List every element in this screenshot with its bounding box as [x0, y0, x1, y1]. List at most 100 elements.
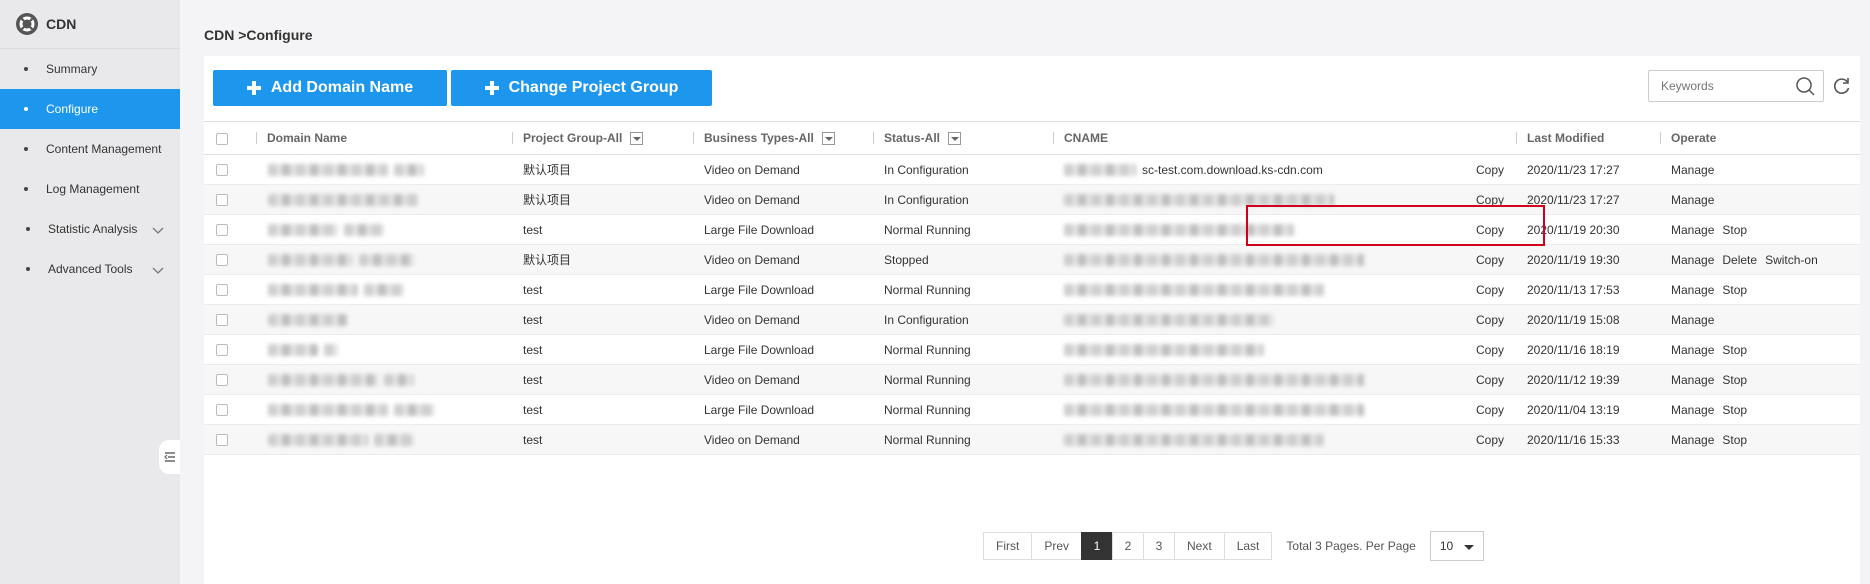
refresh-icon[interactable] [1832, 76, 1852, 99]
manage-button[interactable]: Manage [1671, 403, 1714, 417]
operate-cell: Manage Stop [1660, 334, 1860, 365]
redacted-text [1064, 284, 1324, 297]
table-row[interactable]: test Video on Demand In Configuration Copy 2… [204, 304, 1860, 335]
header-select-all [204, 121, 256, 155]
menu-collapse-icon[interactable] [159, 440, 180, 474]
add-domain-label: Add Domain Name [270, 79, 414, 96]
row-checkbox[interactable] [216, 374, 228, 387]
table-row[interactable]: test Large File Download Normal Running Cop… [204, 214, 1860, 245]
stop-button[interactable]: Stop [1722, 223, 1747, 237]
status-cell: In Configuration [873, 154, 1053, 185]
copy-button[interactable]: Copy [1476, 373, 1504, 387]
copy-button[interactable]: Copy [1476, 343, 1504, 357]
page-number-button[interactable]: 3 [1143, 532, 1176, 560]
row-checkbox[interactable] [216, 434, 228, 447]
status-cell: Normal Running [873, 334, 1053, 365]
select-all-checkbox[interactable] [216, 132, 228, 145]
status-cell: Normal Running [873, 364, 1053, 395]
stop-button[interactable]: Stop [1722, 433, 1747, 447]
page-number-button[interactable]: 1 [1081, 532, 1114, 560]
table-row[interactable]: 默认项目 Video on Demand In Configuration Copy 2… [204, 184, 1860, 215]
manage-button[interactable]: Manage [1671, 193, 1714, 207]
copy-button[interactable]: Copy [1476, 253, 1504, 267]
copy-button[interactable]: Copy [1476, 403, 1504, 417]
change-project-group-button[interactable]: Change Project Group [451, 70, 712, 106]
row-select-cell [204, 244, 256, 275]
filter-dropdown-icon[interactable] [821, 131, 835, 145]
copy-button[interactable]: Copy [1476, 313, 1504, 327]
project-group-cell: test [512, 364, 693, 395]
sidebar-item-statistic-analysis[interactable]: Statistic Analysis [0, 209, 180, 249]
table-row[interactable]: test Large File Download Normal Running Cop… [204, 274, 1860, 305]
operate-cell: Manage [1660, 154, 1860, 185]
page-prev-button[interactable]: Prev [1031, 532, 1083, 560]
copy-button[interactable]: Copy [1476, 283, 1504, 297]
copy-button[interactable]: Copy [1476, 163, 1504, 177]
manage-button[interactable]: Manage [1671, 313, 1714, 327]
project-group-cell: test [512, 274, 693, 305]
cname-cell [1053, 244, 1456, 275]
business-type-cell: Large File Download [693, 274, 873, 305]
domain-cell [256, 184, 512, 215]
row-select-cell [204, 424, 256, 455]
sidebar-item-summary[interactable]: Summary [0, 49, 180, 89]
manage-button[interactable]: Manage [1671, 283, 1714, 297]
redacted-text [374, 434, 414, 447]
per-page-select[interactable]: 10 [1429, 531, 1484, 561]
search-box [1648, 70, 1824, 102]
stop-button[interactable]: Stop [1722, 283, 1747, 297]
stop-button[interactable]: Stop [1722, 343, 1747, 357]
row-checkbox[interactable] [216, 314, 228, 327]
search-input[interactable] [1649, 71, 1793, 101]
manage-button[interactable]: Manage [1671, 373, 1714, 387]
last-modified-cell: 2020/11/23 17:27 [1516, 154, 1660, 185]
delete-button[interactable]: Delete [1722, 253, 1757, 267]
copy-button[interactable]: Copy [1476, 433, 1504, 447]
page-first-button[interactable]: First [983, 532, 1033, 560]
sidebar-item-configure[interactable]: Configure [0, 89, 180, 129]
sidebar-item-content-management[interactable]: Content Management [0, 129, 180, 169]
sidebar-item-log-management[interactable]: Log Management [0, 169, 180, 209]
stop-button[interactable]: Stop [1722, 373, 1747, 387]
manage-button[interactable]: Manage [1671, 223, 1714, 237]
table-row[interactable]: test Large File Download Normal Running Cop… [204, 334, 1860, 365]
search-icon[interactable] [1795, 76, 1815, 99]
page-last-button[interactable]: Last [1223, 532, 1273, 560]
row-checkbox[interactable] [216, 404, 228, 417]
status-cell: Normal Running [873, 394, 1053, 425]
table-row[interactable]: 默认项目 Video on Demand Stopped Copy 2020/11/19… [204, 244, 1860, 275]
domain-cell [256, 424, 512, 455]
page-number-button[interactable]: 2 [1112, 532, 1145, 560]
table-row[interactable]: test Large File Download Normal Running Cop… [204, 394, 1860, 425]
switch-on-button[interactable]: Switch-on [1765, 253, 1818, 267]
row-checkbox[interactable] [216, 344, 228, 357]
row-checkbox[interactable] [216, 164, 228, 177]
filter-dropdown-icon[interactable] [948, 131, 962, 145]
manage-button[interactable]: Manage [1671, 253, 1714, 267]
operate-cell: Manage [1660, 184, 1860, 215]
filter-dropdown-icon[interactable] [630, 131, 644, 145]
operate-cell: Manage Stop [1660, 274, 1860, 305]
table-row[interactable]: 默认项目 Video on Demand In Configuration sc-te… [204, 154, 1860, 185]
cname-value: sc-test.com.download.ks-cdn.com [1142, 162, 1323, 177]
sidebar-nav: Summary Configure Content Management Log Ma… [0, 49, 180, 289]
page-next-button[interactable]: Next [1174, 532, 1225, 560]
header-last-modified: Last Modified [1516, 121, 1660, 155]
row-checkbox[interactable] [216, 194, 228, 207]
header-copy [1456, 121, 1516, 155]
add-domain-button[interactable]: Add Domain Name [213, 70, 447, 106]
table-row[interactable]: test Video on Demand Normal Running Copy 202… [204, 424, 1860, 455]
copy-button[interactable]: Copy [1476, 193, 1504, 207]
sidebar-item-advanced-tools[interactable]: Advanced Tools [0, 249, 180, 289]
copy-button[interactable]: Copy [1476, 223, 1504, 237]
row-checkbox[interactable] [216, 224, 228, 237]
manage-button[interactable]: Manage [1671, 343, 1714, 357]
status-cell: Normal Running [873, 214, 1053, 245]
manage-button[interactable]: Manage [1671, 163, 1714, 177]
copy-cell: Copy [1456, 214, 1516, 245]
stop-button[interactable]: Stop [1722, 403, 1747, 417]
manage-button[interactable]: Manage [1671, 433, 1714, 447]
row-checkbox[interactable] [216, 254, 228, 267]
table-row[interactable]: test Video on Demand Normal Running Copy 202… [204, 364, 1860, 395]
row-checkbox[interactable] [216, 284, 228, 297]
